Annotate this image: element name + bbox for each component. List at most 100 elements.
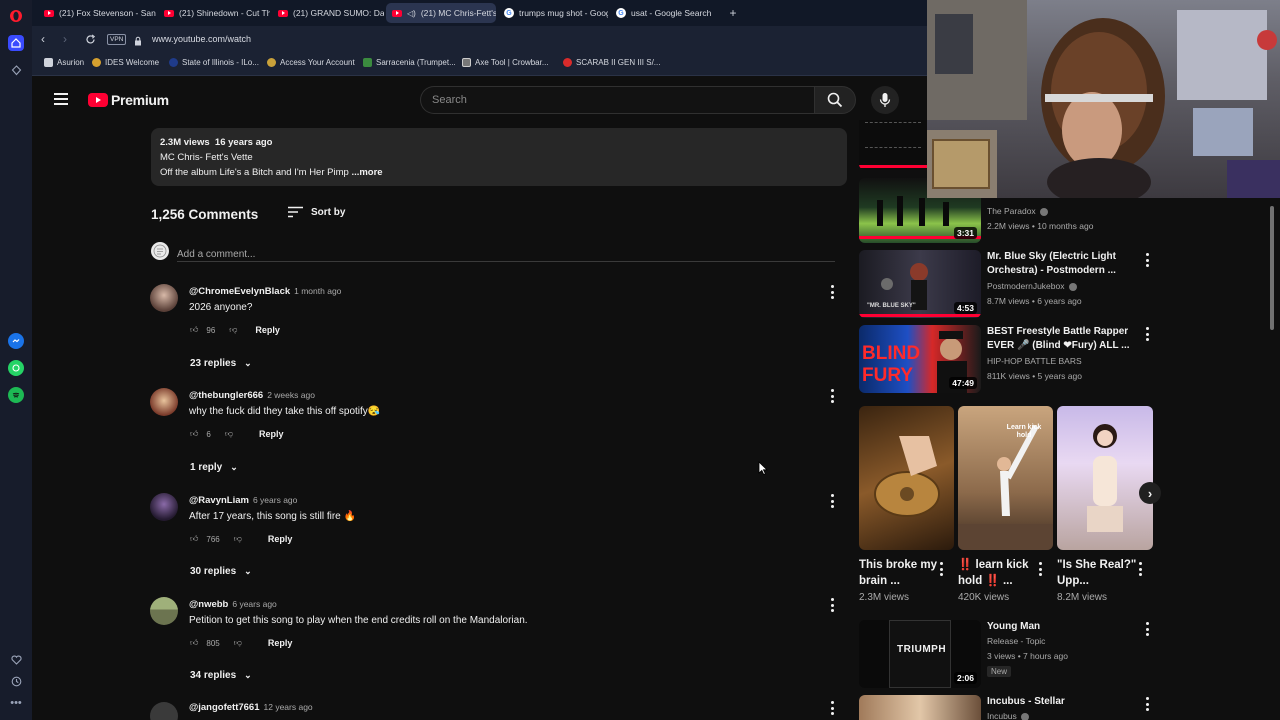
more-icon[interactable]: ••• [8,695,24,711]
related-more-icon[interactable] [1145,327,1149,341]
dislike-icon[interactable]: 👎︎ [229,325,237,335]
reply-button[interactable]: Reply [268,534,293,544]
related-channel[interactable]: Release - Topic [987,634,1045,649]
opera-logo-icon[interactable] [8,8,24,24]
speaker-icon[interactable]: ◁) [407,9,416,18]
vpn-badge[interactable]: VPN [107,34,127,45]
like-icon[interactable]: 👍︎ [190,325,198,335]
related-thumbnail[interactable]: TRIUMPH 2:06 [859,620,981,688]
related-channel[interactable]: HIP-HOP BATTLE BARS [987,354,1082,369]
related-title[interactable]: Young Man [987,620,1137,634]
short-more-icon[interactable] [939,562,943,576]
short-thumbnail[interactable] [859,406,954,550]
dislike-icon[interactable]: 👎︎ [234,638,242,648]
comment-author[interactable]: @nwebb 6 years ago [189,599,277,610]
related-channel[interactable]: The Paradox [987,204,1048,219]
comment-time[interactable]: 2 weeks ago [267,390,315,400]
related-channel[interactable]: PostmodernJukebox [987,279,1077,294]
short-thumbnail[interactable]: Learn kick hold [958,406,1053,550]
short-title[interactable]: "Is She Real?" Upp... [1057,557,1137,589]
bookmark-state-of-illinois[interactable]: State of Illinois - ILo... [169,58,259,67]
sort-by-button[interactable]: Sort by [288,206,345,218]
spotify-icon[interactable] [8,387,24,403]
related-title[interactable]: BEST Freestyle Battle Rapper EVER 🎤 (Bli… [987,325,1137,353]
tab-grand-sumo[interactable]: (21) GRAND SUMO: Day 4 [272,3,384,23]
description-box[interactable]: 2.3M views 16 years ago MC Chris- Fett's… [151,128,847,186]
lock-icon[interactable] [134,33,142,51]
comment-more-icon[interactable] [830,701,834,715]
comment-more-icon[interactable] [830,285,834,299]
related-title[interactable]: Mr. Blue Sky (Electric Light Orchestra) … [987,250,1137,278]
view-replies-button[interactable]: 30 replies ⌄ [190,566,252,577]
comment-author[interactable]: @jangofett7661 12 years ago [189,702,313,713]
related-channel[interactable]: Incubus [987,709,1029,720]
voice-search-button[interactable] [871,86,899,114]
related-more-icon[interactable] [1145,697,1149,711]
view-replies-button[interactable]: 34 replies ⌄ [190,670,252,681]
avatar[interactable] [150,284,178,312]
reply-button[interactable]: Reply [259,429,284,439]
short-more-icon[interactable] [1038,562,1042,576]
view-replies-button[interactable]: 23 replies ⌄ [190,358,252,369]
comment-time[interactable]: 12 years ago [264,702,313,712]
bookmark-scarab[interactable]: SCARAB II GEN III S/... [563,58,660,67]
comment-more-icon[interactable] [830,598,834,612]
short-title[interactable]: ‼️ learn kick hold ‼️ ... [958,557,1036,589]
view-replies-button[interactable]: 1 reply ⌄ [190,462,238,473]
tab-fox-stevenson[interactable]: (21) Fox Stevenson - Sand [38,3,156,23]
messenger-icon[interactable] [8,333,24,349]
home-icon[interactable] [8,35,24,51]
avatar[interactable] [150,702,178,720]
like-icon[interactable]: 👍︎ [190,534,198,544]
related-more-icon[interactable] [1145,253,1149,267]
dislike-icon[interactable]: 👎︎ [234,534,242,544]
back-icon[interactable]: ‹ [41,33,45,45]
tab-usat[interactable]: Gusat - Google Search [610,3,720,23]
short-title[interactable]: This broke my brain ... [859,557,937,589]
avatar[interactable] [150,493,178,521]
history-icon[interactable] [8,673,24,689]
like-icon[interactable]: 👍︎ [190,429,198,439]
heart-icon[interactable] [8,652,24,668]
search-button[interactable] [814,86,856,114]
whatsapp-icon[interactable] [8,360,24,376]
bookmark-asurion[interactable]: Asurion [44,58,84,67]
like-icon[interactable]: 👍︎ [190,638,198,648]
add-comment-input[interactable]: Add a comment... [177,244,835,262]
new-tab-button[interactable]: + [724,3,742,23]
short-thumbnail[interactable] [1057,406,1153,550]
youtube-premium-logo[interactable]: Premium [88,92,169,108]
reply-button[interactable]: Reply [255,325,280,335]
dislike-icon[interactable]: 👎︎ [225,429,233,439]
comment-more-icon[interactable] [830,389,834,403]
tab-mc-chris[interactable]: ◁)(21) MC Chris-Fett's V [386,3,496,23]
reply-button[interactable]: Reply [268,638,293,648]
pinboard-icon[interactable] [8,62,24,78]
comment-time[interactable]: 6 years ago [253,495,297,505]
shorts-next-button[interactable]: › [1139,482,1161,504]
related-thumbnail[interactable] [859,695,981,720]
related-thumbnail[interactable]: BLIND FURY 47:49 [859,325,981,393]
show-more-link[interactable]: ...more [351,167,382,178]
comment-time[interactable]: 6 years ago [232,599,276,609]
bookmark-ides[interactable]: IDES Welcome [92,58,159,67]
avatar[interactable] [150,388,178,416]
reload-icon[interactable] [85,32,96,50]
comment-author[interactable]: @RavynLiam 6 years ago [189,495,297,506]
hamburger-menu-icon[interactable] [54,93,68,105]
bookmark-sarracenia[interactable]: Sarracenia (Trumpet... [363,58,456,67]
url-field[interactable]: www.youtube.com/watch [152,34,251,44]
short-more-icon[interactable] [1138,562,1142,576]
comment-author[interactable]: @thebungler666 2 weeks ago [189,390,315,401]
related-title[interactable]: Incubus - Stellar [987,695,1137,709]
search-input[interactable]: Search [420,86,814,114]
bookmark-access-your-account[interactable]: Access Your Account [267,58,355,67]
related-thumbnail[interactable]: "MR. BLUE SKY" 4:53 [859,250,981,318]
forward-icon[interactable]: › [63,33,67,45]
tab-shinedown[interactable]: (21) Shinedown - Cut The [158,3,270,23]
bookmark-axe-tool[interactable]: Axe Tool | Crowbar... [462,58,549,67]
avatar[interactable] [150,597,178,625]
comment-author[interactable]: @ChromeEvelynBlack 1 month ago [189,286,341,297]
related-thumbnail-partial[interactable] [859,120,929,170]
scrollbar-thumb[interactable] [1270,206,1274,330]
